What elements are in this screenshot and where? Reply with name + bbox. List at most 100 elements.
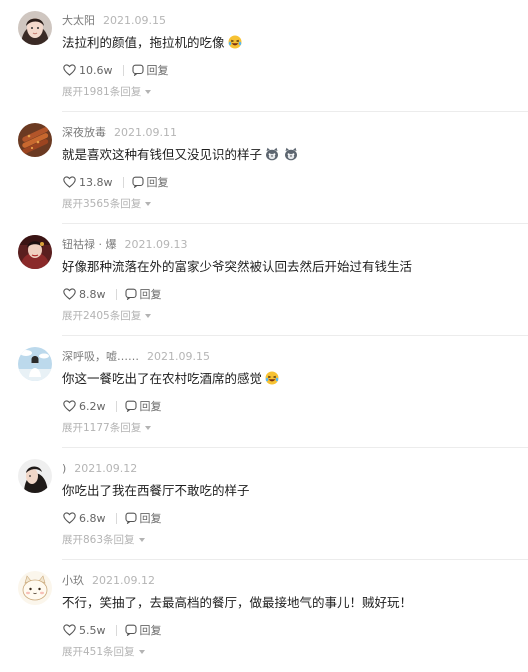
avatar-image (18, 235, 52, 269)
expand-replies-button[interactable]: 展开1981条回复 (62, 84, 152, 99)
expand-replies-label: 展开3565条回复 (62, 198, 142, 210)
comment-actions: 8.8w 回复 (63, 286, 162, 302)
expand-replies-label: 展开1981条回复 (62, 86, 142, 98)
reply-icon (131, 64, 144, 76)
avatar[interactable] (18, 347, 52, 381)
like-button[interactable]: 6.8w (63, 512, 106, 525)
heart-icon (63, 512, 76, 524)
avatar[interactable] (18, 11, 52, 45)
username[interactable]: 钮祜禄 · 爆 (62, 238, 117, 251)
reply-label: 回复 (139, 512, 162, 525)
comment-date: 2021.09.15 (103, 14, 166, 27)
comment-list: 大太阳 2021.09.15 法拉利的颜值，拖拉机的吃像 10.6w 回复 展开1… (0, 0, 528, 672)
comment-date: 2021.09.15 (147, 350, 210, 363)
comment-date: 2021.09.11 (114, 126, 177, 139)
username[interactable]: 大太阳 (62, 14, 95, 27)
heart-icon (63, 624, 76, 636)
avatar[interactable] (18, 459, 52, 493)
comment-text-content: 不行，笑抽了，去最高档的餐厅，做最接地气的事儿！贼好玩！ (62, 595, 413, 610)
comment-date: 2021.09.12 (92, 574, 155, 587)
reply-icon (131, 176, 144, 188)
reply-button[interactable]: 回复 (131, 174, 169, 190)
reply-icon (124, 400, 137, 412)
like-count: 6.2w (79, 399, 106, 413)
comment-item: 深夜放毒 2021.09.11 就是喜欢这种有钱但又没见识的样子 13.8w 回复… (0, 112, 528, 224)
expand-replies-button[interactable]: 展开451条回复 (62, 644, 145, 659)
like-button[interactable]: 10.6w (63, 64, 113, 77)
comment-text: 你这一餐吃出了在农村吃酒席的感觉 (62, 370, 279, 388)
cat-face-icon (265, 147, 279, 161)
avatar-image (18, 123, 52, 157)
heart-icon (63, 176, 76, 188)
divider (122, 176, 124, 188)
comment-text-content: 你吃出了我在西餐厅不敢吃的样子 (62, 483, 250, 498)
username[interactable]: 深夜放毒 (62, 126, 106, 139)
divider (122, 64, 124, 76)
avatar-image (18, 11, 52, 45)
expand-replies-label: 展开1177条回复 (62, 422, 142, 434)
expand-replies-button[interactable]: 展开1177条回复 (62, 420, 152, 435)
caret-down-icon (138, 649, 145, 654)
like-count: 13.8w (79, 175, 113, 189)
comment-actions: 6.2w 回复 (63, 398, 162, 414)
comment-text: 你吃出了我在西餐厅不敢吃的样子 (62, 482, 250, 500)
comment-meta: 深呼吸，嘘…… 2021.09.15 (62, 349, 210, 365)
like-count: 5.5w (79, 623, 106, 637)
divider (115, 400, 117, 412)
divider (115, 288, 117, 300)
reply-icon (124, 512, 137, 524)
avatar-image (18, 571, 52, 605)
like-count: 6.8w (79, 511, 106, 525)
reply-label: 回复 (139, 288, 162, 301)
reply-label: 回复 (139, 400, 162, 413)
reply-button[interactable]: 回复 (124, 398, 162, 414)
comment-meta: 钮祜禄 · 爆 2021.09.13 (62, 237, 187, 253)
expand-replies-label: 展开863条回复 (62, 534, 135, 546)
comment-actions: 5.5w 回复 (63, 622, 162, 638)
expand-replies-label: 展开451条回复 (62, 646, 135, 658)
username[interactable]: ) (62, 462, 66, 475)
comment-item: 深呼吸，嘘…… 2021.09.15 你这一餐吃出了在农村吃酒席的感觉 6.2w … (0, 336, 528, 448)
comment-text-content: 你这一餐吃出了在农村吃酒席的感觉 (62, 371, 263, 386)
comment-actions: 6.8w 回复 (63, 510, 162, 526)
comment-item: 大太阳 2021.09.15 法拉利的颜值，拖拉机的吃像 10.6w 回复 展开1… (0, 0, 528, 112)
like-button[interactable]: 8.8w (63, 288, 106, 301)
expand-replies-button[interactable]: 展开863条回复 (62, 532, 145, 547)
caret-down-icon (145, 313, 152, 318)
avatar[interactable] (18, 235, 52, 269)
username[interactable]: 小玖 (62, 574, 84, 587)
comment-item: 钮祜禄 · 爆 2021.09.13 好像那种流落在外的富家少爷突然被认回去然后开… (0, 224, 528, 336)
laughing-crying-emoji-icon (265, 371, 279, 385)
comment-text-content: 法拉利的颜值，拖拉机的吃像 (62, 35, 225, 50)
heart-icon (63, 64, 76, 76)
heart-icon (63, 400, 76, 412)
heart-icon (63, 288, 76, 300)
avatar[interactable] (18, 571, 52, 605)
divider (115, 512, 117, 524)
comment-meta: 大太阳 2021.09.15 (62, 13, 166, 29)
caret-down-icon (138, 537, 145, 542)
comment-text: 法拉利的颜值，拖拉机的吃像 (62, 34, 242, 52)
comment-item: 小玖 2021.09.12 不行，笑抽了，去最高档的餐厅，做最接地气的事儿！贼好玩… (0, 560, 528, 672)
expand-replies-label: 展开2405条回复 (62, 310, 142, 322)
comment-text-content: 好像那种流落在外的富家少爷突然被认回去然后开始过有钱生活 (62, 259, 413, 274)
comment-meta: ) 2021.09.12 (62, 461, 137, 477)
reply-button[interactable]: 回复 (124, 510, 162, 526)
reply-button[interactable]: 回复 (124, 622, 162, 638)
username[interactable]: 深呼吸，嘘…… (62, 350, 139, 363)
like-button[interactable]: 5.5w (63, 624, 106, 637)
expand-replies-button[interactable]: 展开3565条回复 (62, 196, 152, 211)
reply-icon (124, 624, 137, 636)
reply-button[interactable]: 回复 (124, 286, 162, 302)
reply-button[interactable]: 回复 (131, 62, 169, 78)
comment-text: 不行，笑抽了，去最高档的餐厅，做最接地气的事儿！贼好玩！ (62, 594, 412, 612)
avatar[interactable] (18, 123, 52, 157)
reply-icon (124, 288, 137, 300)
avatar-image (18, 347, 52, 381)
like-button[interactable]: 6.2w (63, 400, 106, 413)
comment-actions: 10.6w 回复 (63, 62, 169, 78)
caret-down-icon (145, 201, 152, 206)
comment-item: ) 2021.09.12 你吃出了我在西餐厅不敢吃的样子 6.8w 回复 展开86… (0, 448, 528, 560)
expand-replies-button[interactable]: 展开2405条回复 (62, 308, 152, 323)
like-button[interactable]: 13.8w (63, 176, 113, 189)
